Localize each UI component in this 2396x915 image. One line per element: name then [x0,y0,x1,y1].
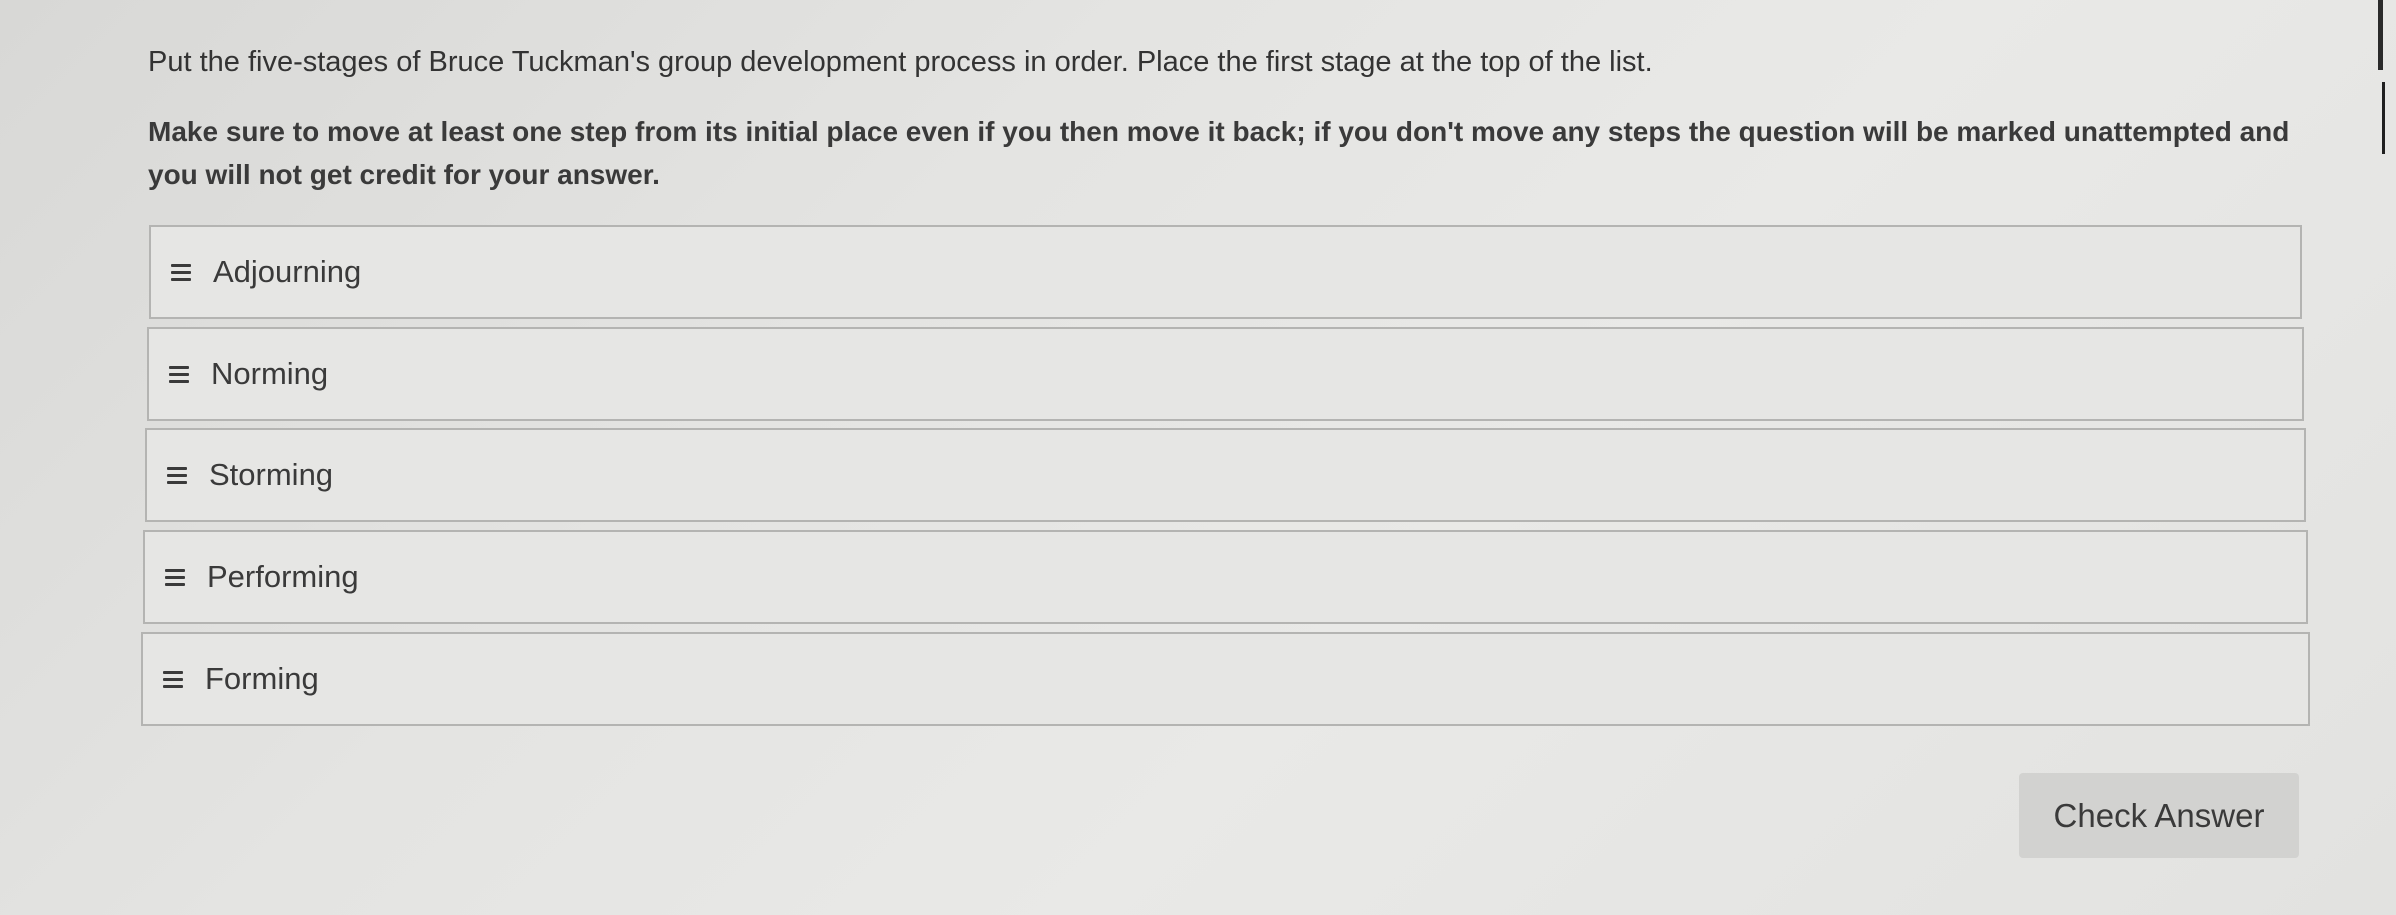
list-item-label: Storming [209,457,334,492]
list-item-3[interactable]: Storming [145,428,2306,522]
list-item-label: Norming [211,356,329,391]
check-answer-button[interactable]: Check Answer [2019,773,2299,858]
drag-handle-icon[interactable] [169,365,189,383]
list-item-5[interactable]: Forming [141,632,2310,726]
window-edge-indicator [2382,82,2385,154]
list-item-label: Performing [207,559,359,594]
list-item-label: Forming [205,661,319,696]
list-item-label: Adjourning [213,254,362,289]
drag-handle-icon[interactable] [171,263,191,281]
window-edge-bar [2378,0,2383,70]
list-item-4[interactable]: Performing [143,530,2308,624]
list-item-2[interactable]: Norming [147,327,2304,421]
drag-handle-icon[interactable] [163,670,183,688]
drag-handle-icon[interactable] [167,466,187,484]
drag-handle-icon[interactable] [165,568,185,586]
list-item-1[interactable]: Adjourning [149,225,2302,319]
